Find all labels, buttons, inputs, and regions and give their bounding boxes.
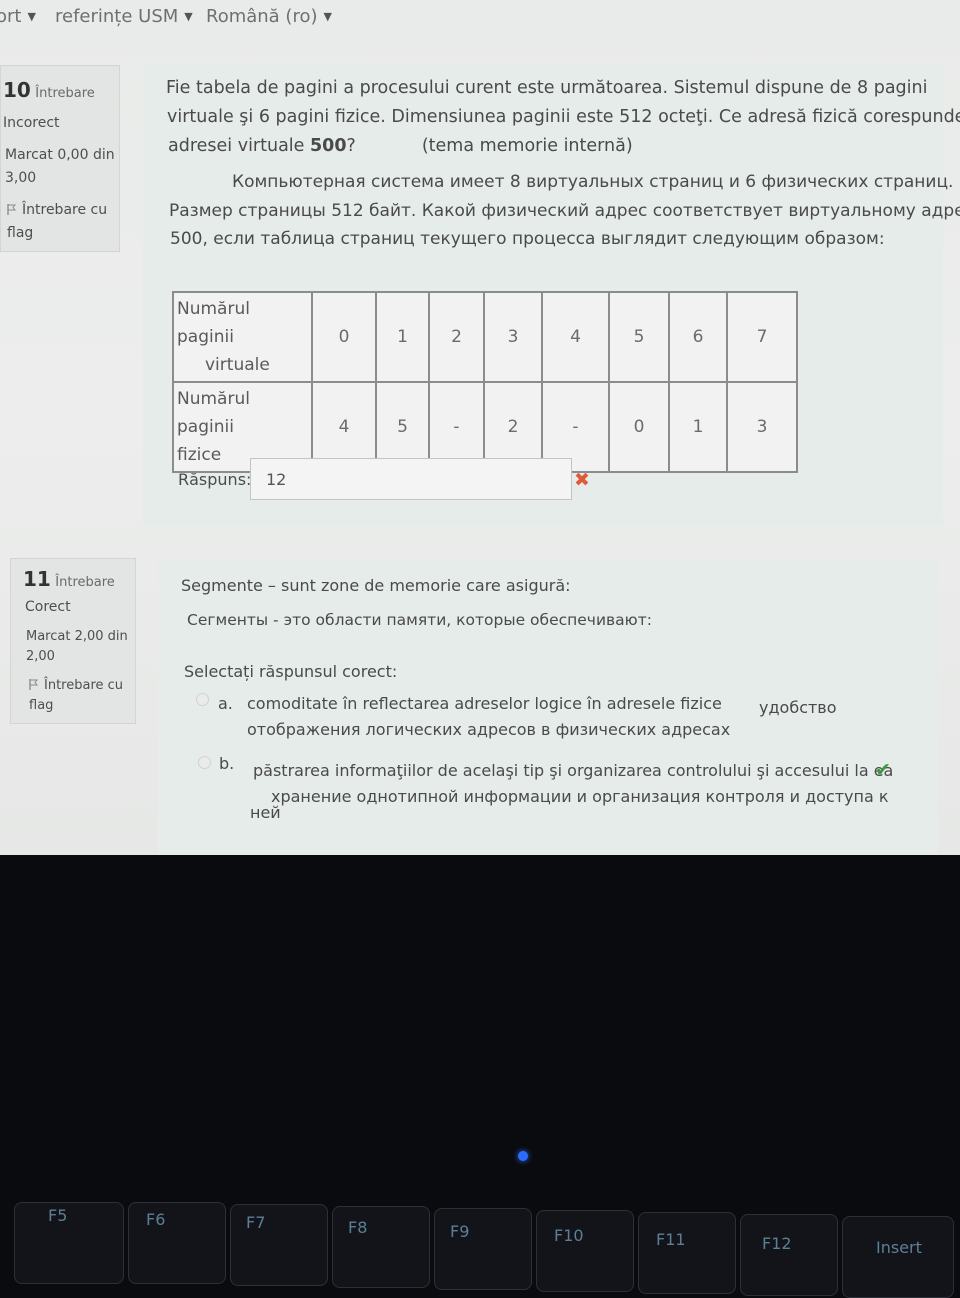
- nav-item-label: ort: [0, 6, 22, 27]
- question-state: Corect: [25, 599, 71, 615]
- key-f7[interactable]: [230, 1204, 328, 1286]
- chevron-down-icon: ▼: [27, 10, 36, 23]
- flag-icon: [29, 679, 39, 690]
- table-cell: 6: [668, 291, 728, 383]
- key-f9[interactable]: [434, 1208, 532, 1290]
- text-fragment: adresei virtuale: [168, 136, 310, 156]
- question-word: Întrebare: [35, 86, 95, 101]
- key-label: F11: [656, 1230, 686, 1249]
- question-text-ro-line1: Fie tabela de pagini a procesului curent…: [166, 78, 928, 98]
- flag-label-line2: flag: [29, 698, 54, 713]
- key-label: F10: [554, 1226, 584, 1245]
- flag-label: Întrebare cu: [22, 202, 108, 218]
- option-b-text-line2[interactable]: хранение однотипной информации и организ…: [271, 787, 889, 806]
- question-text-ru-line2: Размер страницы 512 байт. Какой физическ…: [169, 201, 960, 221]
- question-word: Întrebare: [55, 575, 115, 590]
- status-led: [518, 1151, 528, 1161]
- table-cell: 2: [428, 291, 485, 383]
- flag-icon: [7, 204, 17, 215]
- question-mark-line1: Marcat 2,00 din: [26, 629, 128, 644]
- text-fragment: ?: [346, 136, 356, 156]
- question-text-ru-line1: Компьютерная система имеет 8 виртуальных…: [232, 172, 954, 192]
- option-a-letter: a.: [218, 694, 233, 713]
- check-icon: ✔: [875, 759, 891, 781]
- flag-question-link[interactable]: Întrebare cu: [7, 202, 107, 218]
- page-table: Numărul paginii virtuale 0 1 2 3 4 5 6 7 …: [172, 291, 798, 473]
- question-text-ro: Segmente – sunt zone de memorie care asi…: [181, 576, 571, 595]
- top-navigation: ort ▼ referințe USM ▼ Română (ro) ▼: [0, 0, 960, 40]
- answer-label: Răspuns:: [178, 470, 252, 489]
- language-label: Română (ro): [206, 6, 318, 27]
- key-label: F8: [348, 1218, 368, 1237]
- option-a-text-line1[interactable]: comoditate în reflectarea adreselor logi…: [247, 694, 722, 713]
- key-label: F5: [48, 1206, 68, 1225]
- question-info-10: 10 Întrebare Incorect Marcat 0,00 din 3,…: [0, 65, 120, 252]
- cross-icon: ✖: [574, 469, 590, 491]
- question-text-ro-line3: adresei virtuale 500? (tema memorie inter…: [168, 136, 633, 156]
- virtual-address-value: 500: [310, 136, 347, 156]
- option-a-radio[interactable]: [196, 693, 209, 706]
- option-a-text-line1b[interactable]: удобство: [759, 698, 837, 717]
- key-insert[interactable]: [842, 1216, 954, 1298]
- question-number: 10: [3, 78, 31, 102]
- key-f11[interactable]: [638, 1212, 736, 1294]
- question-mark-line1: Marcat 0,00 din: [5, 147, 115, 163]
- key-f8[interactable]: [332, 1206, 430, 1288]
- table-cell: 0: [608, 381, 670, 473]
- question-mark-line2: 3,00: [5, 170, 37, 186]
- question-state: Incorect: [3, 115, 60, 131]
- flag-label-line2: flag: [7, 225, 34, 241]
- option-b-text-line1[interactable]: păstrarea informaţiilor de acelaşi tip ş…: [253, 761, 893, 780]
- nav-item-label: referințe USM: [55, 6, 179, 27]
- option-b-letter: b.: [219, 754, 235, 773]
- row-header-virtual: Numărul paginii virtuale: [172, 291, 313, 383]
- key-f6[interactable]: [128, 1202, 226, 1284]
- screen: ort ▼ referințe USM ▼ Română (ro) ▼ 10 Într…: [0, 0, 960, 855]
- key-label: F9: [450, 1222, 470, 1241]
- flag-label: Întrebare cu: [44, 678, 124, 693]
- flag-question-link[interactable]: Întrebare cu: [29, 678, 123, 693]
- answer-input[interactable]: [250, 458, 572, 500]
- question-mark-line2: 2,00: [26, 649, 55, 664]
- language-menu[interactable]: Română (ro) ▼: [206, 6, 332, 27]
- key-label: F7: [246, 1213, 266, 1232]
- table-cell: 3: [726, 381, 798, 473]
- question-text-ro-line2: virtuale şi 6 pagini fizice. Dimensiunea…: [167, 107, 960, 127]
- table-row-virtual: Numărul paginii virtuale 0 1 2 3 4 5 6 7: [172, 291, 798, 383]
- key-f5[interactable]: [14, 1202, 124, 1284]
- table-cell: 0: [311, 291, 377, 383]
- header-line: Numărul paginii: [177, 389, 250, 437]
- question-number: 11: [23, 567, 51, 591]
- chevron-down-icon: ▼: [184, 10, 193, 23]
- laptop-keyboard: F5 F6 F7 F8 F9 F10 F11 F12 Insert: [0, 1180, 960, 1298]
- chevron-down-icon: ▼: [323, 10, 332, 23]
- header-line: fizice: [177, 445, 222, 465]
- table-cell: 1: [668, 381, 728, 473]
- key-label: F6: [146, 1210, 166, 1229]
- table-cell: 3: [483, 291, 543, 383]
- option-b-text-line3[interactable]: ней: [250, 803, 281, 822]
- key-f12[interactable]: [740, 1214, 838, 1296]
- header-line: Numărul paginii: [177, 299, 250, 347]
- option-a-text-line2[interactable]: отображения логических адресов в физичес…: [247, 720, 730, 739]
- question-text-ru-line3: 500, если таблица страниц текущего проце…: [170, 229, 885, 249]
- key-label: Insert: [876, 1238, 922, 1257]
- table-cell: 1: [375, 291, 430, 383]
- table-cell: 5: [608, 291, 670, 383]
- header-line: virtuale: [205, 355, 270, 375]
- topic-note: (tema memorie internă): [421, 136, 633, 156]
- nav-item-report[interactable]: ort ▼: [0, 6, 36, 27]
- nav-item-references[interactable]: referințe USM ▼: [55, 6, 193, 27]
- select-prompt: Selectați răspunsul corect:: [184, 662, 398, 681]
- table-cell: 7: [726, 291, 798, 383]
- question-info-11: 11 Întrebare Corect Marcat 2,00 din 2,00…: [10, 558, 136, 724]
- option-b-radio[interactable]: [198, 756, 211, 769]
- table-cell: 4: [541, 291, 610, 383]
- question-text-ru: Сегменты - это области памяти, которые о…: [187, 611, 652, 629]
- key-label: F12: [762, 1234, 792, 1253]
